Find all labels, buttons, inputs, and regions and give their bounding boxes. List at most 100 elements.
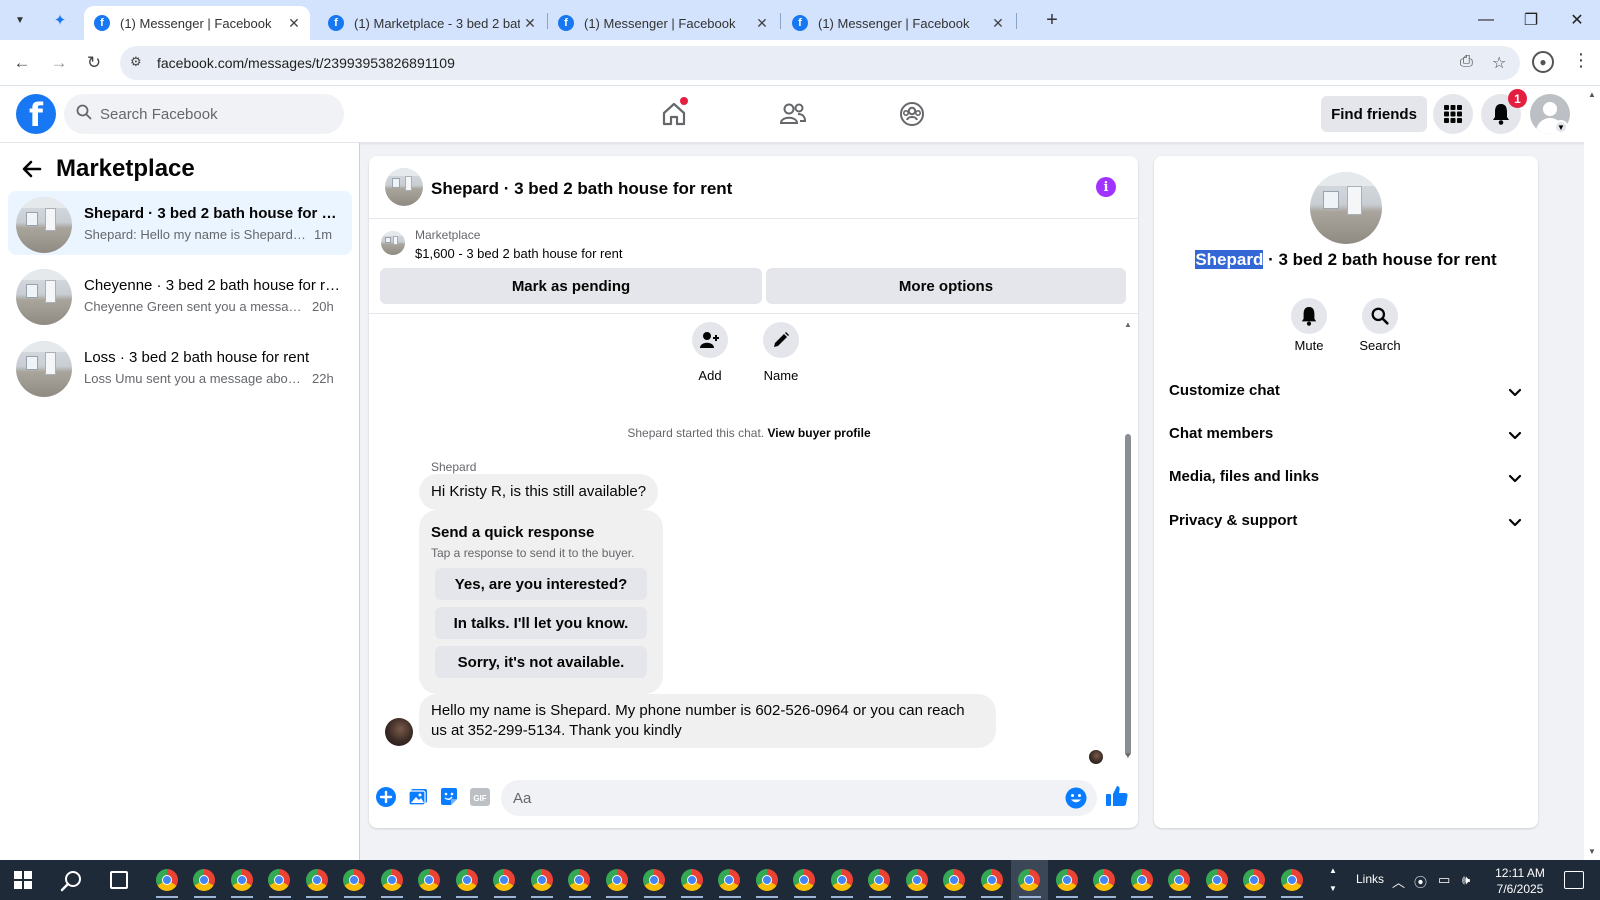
notification-center-icon[interactable]	[1564, 871, 1584, 889]
taskbar-chrome-button[interactable]	[711, 860, 749, 900]
close-tab-icon[interactable]: ✕	[284, 15, 304, 32]
taskbar-chrome-button[interactable]	[823, 860, 861, 900]
message-input[interactable]	[513, 780, 1053, 816]
windows-start-icon[interactable]	[14, 871, 32, 889]
taskbar-chrome-button[interactable]	[1198, 860, 1236, 900]
browser-profile-icon[interactable]: ●	[1532, 51, 1554, 73]
facebook-search[interactable]	[64, 94, 344, 134]
taskbar-chrome-button[interactable]	[1236, 860, 1274, 900]
taskbar-chrome-button[interactable]	[898, 860, 936, 900]
chat-info-thumbnail[interactable]	[1310, 172, 1382, 244]
taskbar-chrome-button[interactable]	[1048, 860, 1086, 900]
chat-title[interactable]: Shepard · 3 bed 2 bath house for rent	[431, 179, 732, 199]
scroll-up-arrow-icon[interactable]: ▲	[1588, 90, 1596, 99]
taskbar-chrome-button[interactable]	[973, 860, 1011, 900]
taskbar-chrome-button[interactable]	[486, 860, 524, 900]
taskbar-chrome-button[interactable]	[1123, 860, 1161, 900]
taskbar-search-icon[interactable]	[60, 870, 82, 892]
taskbar-chrome-button[interactable]	[448, 860, 486, 900]
browser-tab-2[interactable]: f (1) Marketplace - 3 bed 2 bath h ✕	[318, 6, 546, 40]
browser-tab-4[interactable]: f (1) Messenger | Facebook ✕	[782, 6, 1014, 40]
mark-pending-button[interactable]: Mark as pending	[380, 268, 762, 304]
listing-price[interactable]: $1,600 - 3 bed 2 bath house for rent	[415, 246, 622, 261]
conversation-item[interactable]: Loss · 3 bed 2 bath house for rent Loss …	[8, 335, 352, 399]
reload-button[interactable]: ↻	[81, 50, 107, 76]
quick-response-option[interactable]: Sorry, it's not available.	[435, 646, 647, 678]
restore-button[interactable]: ❐	[1508, 6, 1554, 34]
conversation-item[interactable]: Cheyenne · 3 bed 2 bath house for rent C…	[8, 263, 352, 327]
taskbar-chrome-button[interactable]	[1086, 860, 1124, 900]
taskbar-chrome-button[interactable]	[336, 860, 374, 900]
chevron-down-icon[interactable]: ▼	[1554, 120, 1568, 134]
volume-icon[interactable]: 🕪	[1462, 872, 1470, 888]
privacy-support-row[interactable]: Privacy & support	[1169, 502, 1523, 542]
listing-thumbnail[interactable]	[381, 231, 405, 255]
find-friends-button[interactable]: Find friends	[1321, 96, 1427, 132]
taskbar-scroll-icon[interactable]: ▲ ▼	[1326, 862, 1340, 898]
links-toolbar[interactable]: Links	[1356, 872, 1384, 886]
chat-members-row[interactable]: Chat members	[1169, 415, 1523, 455]
scrollbar-thumb[interactable]	[1125, 434, 1131, 756]
taskbar-chrome-button[interactable]	[298, 860, 336, 900]
sticker-button[interactable]	[438, 786, 460, 808]
attach-image-button[interactable]	[407, 786, 429, 808]
browser-tab-3[interactable]: f (1) Messenger | Facebook ✕	[548, 6, 778, 40]
browser-tab-1[interactable]: f (1) Messenger | Facebook ✕	[84, 6, 310, 40]
tray-overflow-icon[interactable]: ︿	[1392, 872, 1405, 891]
taskbar-chrome-button[interactable]	[598, 860, 636, 900]
taskbar-clock[interactable]: 12:11 AM 7/6/2025	[1484, 865, 1556, 897]
tray-app-icon[interactable]: ⦿	[1414, 872, 1427, 891]
taskbar-chrome-button[interactable]	[748, 860, 786, 900]
close-tab-icon[interactable]: ✕	[988, 15, 1008, 32]
friends-nav[interactable]	[771, 92, 815, 136]
taskbar-chrome-button[interactable]	[261, 860, 299, 900]
conversation-item[interactable]: Shepard · 3 bed 2 bath house for rent Sh…	[8, 191, 352, 255]
taskbar-chrome-button[interactable]	[1273, 860, 1311, 900]
like-button[interactable]	[1105, 784, 1129, 808]
taskbar-chrome-button[interactable]	[523, 860, 561, 900]
omnibox[interactable]: ⚙ facebook.com/messages/t/23993953826891…	[120, 46, 1520, 80]
tab-search-menu-icon[interactable]: ▼	[8, 8, 32, 32]
rename-button[interactable]	[763, 322, 799, 358]
taskbar-chrome-button[interactable]	[148, 860, 186, 900]
home-nav[interactable]	[652, 92, 696, 136]
add-people-button[interactable]	[692, 322, 728, 358]
taskbar-chrome-button[interactable]	[373, 860, 411, 900]
back-button[interactable]: ←	[9, 50, 35, 76]
new-tab-button[interactable]: +	[1040, 8, 1064, 32]
taskbar-chrome-button[interactable]	[561, 860, 599, 900]
taskbar-chrome-button[interactable]	[411, 860, 449, 900]
sender-avatar[interactable]	[385, 718, 413, 746]
menu-button[interactable]	[1433, 94, 1473, 134]
pinned-tab-icon[interactable]: ✦	[48, 8, 72, 32]
search-input[interactable]	[100, 94, 330, 134]
taskbar-chrome-button[interactable]	[186, 860, 224, 900]
browser-menu-icon[interactable]: ⋮	[1572, 50, 1590, 71]
scroll-down-arrow-icon[interactable]: ▼	[1588, 847, 1596, 856]
groups-nav[interactable]	[890, 92, 934, 136]
chat-thumbnail[interactable]	[385, 168, 423, 206]
bookmark-star-icon[interactable]: ☆	[1492, 53, 1506, 73]
scroll-down-arrow-icon[interactable]: ▼	[1124, 751, 1132, 760]
install-app-icon[interactable]: ⎙	[1460, 53, 1473, 71]
search-in-chat-button[interactable]	[1362, 298, 1398, 334]
close-tab-icon[interactable]: ✕	[752, 15, 772, 32]
taskbar-chrome-button[interactable]	[1010, 860, 1048, 900]
customize-chat-row[interactable]: Customize chat	[1169, 372, 1523, 412]
url-text[interactable]: facebook.com/messages/t/2399395382689110…	[157, 55, 455, 71]
page-scrollbar[interactable]: ▲ ▼	[1584, 86, 1600, 860]
gif-button[interactable]: GIF	[469, 786, 491, 808]
chat-scrollbar[interactable]: ▲ ▼	[1121, 320, 1135, 760]
more-options-button[interactable]: More options	[766, 268, 1126, 304]
facebook-logo[interactable]: f	[16, 94, 56, 134]
message-bubble[interactable]: Hi Kristy R, is this still available?	[419, 474, 659, 510]
media-files-links-row[interactable]: Media, files and links	[1169, 458, 1523, 498]
taskbar-chrome-button[interactable]	[786, 860, 824, 900]
view-buyer-profile-link[interactable]: View buyer profile	[767, 426, 870, 440]
task-view-icon[interactable]	[110, 871, 128, 889]
site-settings-icon[interactable]: ⚙	[130, 54, 142, 70]
quick-response-option[interactable]: In talks. I'll let you know.	[435, 607, 647, 639]
taskbar-chrome-button[interactable]	[936, 860, 974, 900]
emoji-icon[interactable]	[1065, 787, 1087, 809]
taskbar-chrome-button[interactable]	[636, 860, 674, 900]
